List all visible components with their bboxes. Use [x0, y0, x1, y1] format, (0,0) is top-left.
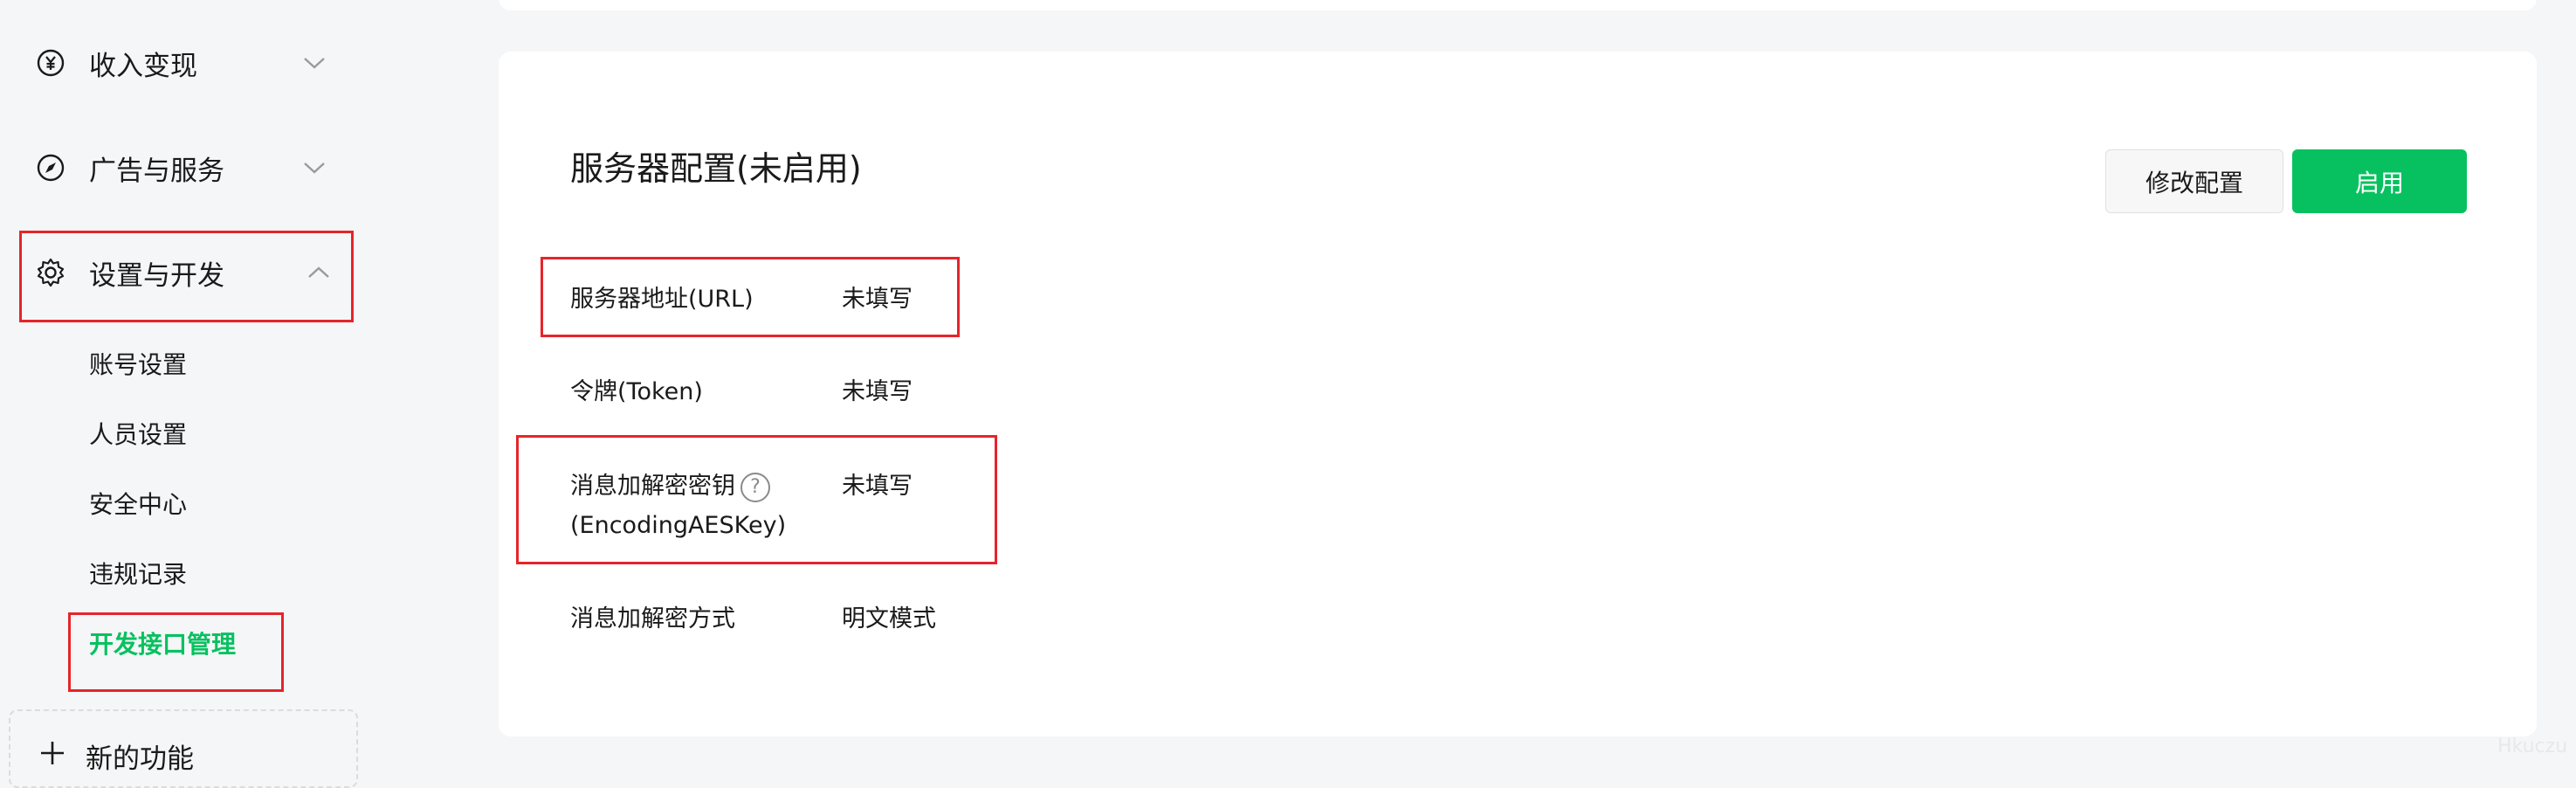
sidebar-item-label: 广告与服务: [89, 155, 224, 187]
token-label: 令牌(Token): [570, 378, 703, 405]
sidebar: 收入变现 广告与服务 设置与开发 账号设置 人员设置 安全中心 违规记录 开发接…: [0, 0, 384, 788]
highlight-box: [516, 435, 997, 564]
plus-icon: [38, 738, 66, 773]
chevron-down-icon[interactable]: [299, 47, 330, 79]
highlight-box: [68, 612, 284, 692]
sidebar-subitem-security-center[interactable]: 安全中心: [89, 487, 187, 522]
new-feature-button[interactable]: 新的功能: [38, 734, 194, 778]
enable-button[interactable]: 启用: [2292, 149, 2467, 213]
yen-circle-icon: [35, 47, 66, 79]
sidebar-item-revenue[interactable]: 收入变现: [35, 37, 325, 89]
highlight-box: [541, 257, 960, 337]
chevron-down-icon[interactable]: [299, 152, 330, 183]
sidebar-item-label: 收入变现: [89, 50, 197, 82]
token-value: 未填写: [842, 378, 913, 405]
sidebar-subitem-account-settings[interactable]: 账号设置: [89, 348, 187, 383]
new-feature-label: 新的功能: [86, 743, 194, 775]
encryption-mode-value: 明文模式: [842, 605, 936, 632]
sidebar-subitem-member-settings[interactable]: 人员设置: [89, 418, 187, 453]
sidebar-subitem-violation-records[interactable]: 违规记录: [89, 557, 187, 592]
modify-config-button[interactable]: 修改配置: [2105, 149, 2283, 213]
watermark: Hkuczu: [2497, 736, 2568, 757]
previous-card: [499, 0, 2537, 10]
encryption-mode-label: 消息加解密方式: [570, 605, 735, 632]
highlight-box: [19, 231, 354, 322]
compass-icon: [35, 152, 66, 183]
sidebar-item-ads-services[interactable]: 广告与服务: [35, 142, 325, 194]
page-title: 服务器配置(未启用): [570, 149, 862, 188]
